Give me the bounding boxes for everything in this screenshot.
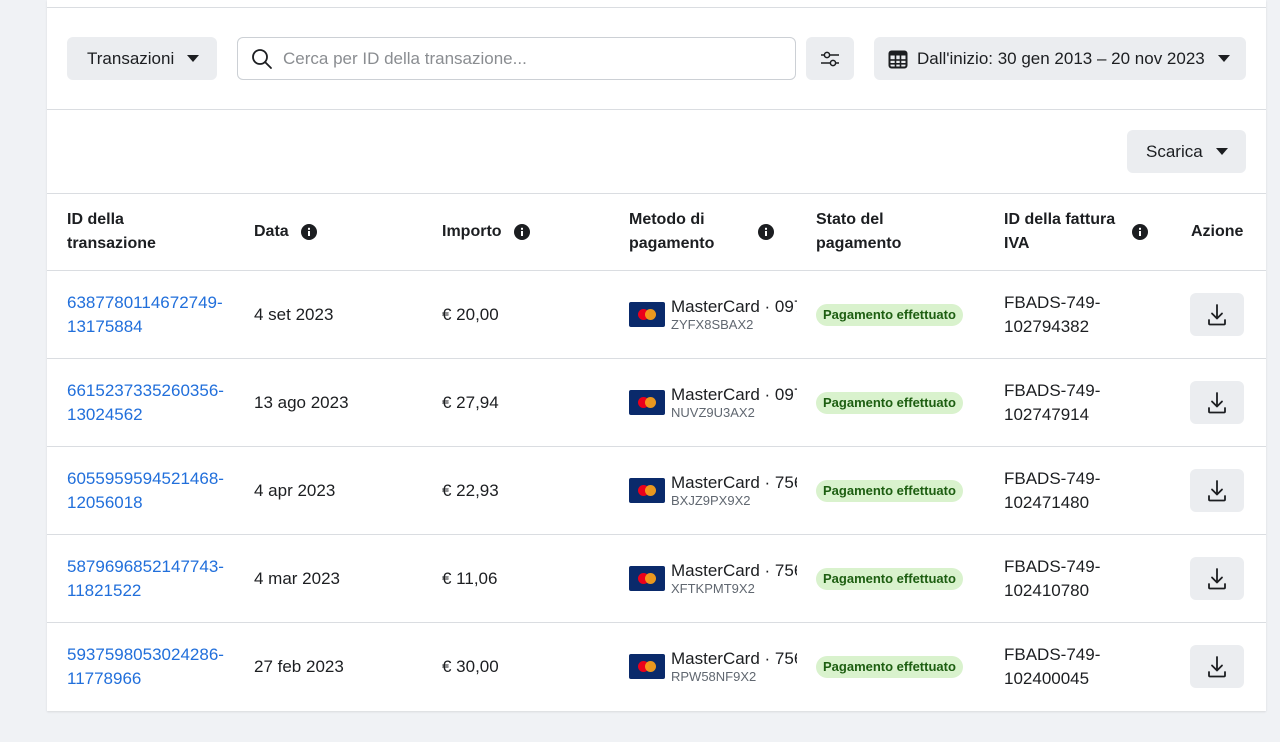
mastercard-icon <box>629 566 665 591</box>
download-icon <box>1208 567 1226 589</box>
header-label: Azione <box>1191 223 1244 240</box>
payment-method-label: MasterCard · 756 <box>671 560 797 580</box>
download-invoice-button[interactable] <box>1190 293 1244 336</box>
payment-method-label: MasterCard · 097 <box>671 384 797 404</box>
transaction-amount: € 22,93 <box>442 480 499 500</box>
caret-down-icon <box>187 55 200 62</box>
transaction-date: 4 set 2023 <box>254 304 334 324</box>
payment-method: MasterCard · 756 RPW58NF9X2 <box>629 649 797 685</box>
payment-method: MasterCard · 756 XFTKPMT9X2 <box>629 561 797 597</box>
header-payment-status[interactable]: Stato del pagamento <box>816 194 916 270</box>
info-icon[interactable] <box>513 224 530 240</box>
info-icon[interactable] <box>300 224 317 240</box>
date-range-picker[interactable]: Dall'inizio: 30 gen 2013 – 20 nov 2023 <box>874 37 1246 80</box>
header-date[interactable]: Data <box>254 194 317 270</box>
status-badge: Pagamento effettuato <box>816 479 963 502</box>
mastercard-icon <box>629 654 665 679</box>
transaction-date: 4 mar 2023 <box>254 568 340 588</box>
caret-down-icon <box>1215 148 1228 155</box>
transaction-date: 4 apr 2023 <box>254 480 336 500</box>
payment-method-label: MasterCard · 097 <box>671 296 797 316</box>
transaction-id-link[interactable]: 5937598053024286-11778966 <box>67 643 237 691</box>
header-label: Metodo di pagamento <box>629 211 715 252</box>
transaction-date: 13 ago 2023 <box>254 392 349 412</box>
payment-method: MasterCard · 097 ZYFX8SBAX2 <box>629 297 797 333</box>
caret-down-icon <box>1217 55 1230 62</box>
header-label: Importo <box>442 223 502 240</box>
invoice-id: FBADS-749-102794382 <box>1004 292 1101 336</box>
download-icon <box>1208 479 1226 501</box>
download-invoice-button[interactable] <box>1190 469 1244 512</box>
transaction-amount: € 30,00 <box>442 656 499 676</box>
invoice-id: FBADS-749-102747914 <box>1004 380 1101 424</box>
sliders-icon <box>821 51 839 66</box>
mastercard-icon <box>629 478 665 503</box>
status-badge: Pagamento effettuato <box>816 567 963 590</box>
payment-reference: NUVZ9U3AX2 <box>671 404 755 420</box>
info-icon[interactable] <box>758 224 774 240</box>
table-header: ID della transazione Data Importo Metodo… <box>47 194 1266 270</box>
payment-reference: ZYFX8SBAX2 <box>671 316 754 332</box>
calendar-icon <box>888 50 908 68</box>
table-row: 6387780114672749-13175884 4 set 2023 € 2… <box>47 270 1266 358</box>
transaction-amount: € 27,94 <box>442 392 499 412</box>
transaction-type-dropdown[interactable]: Transazioni <box>67 37 217 80</box>
filter-button[interactable] <box>806 37 854 80</box>
header-label: Data <box>254 223 289 240</box>
header-payment-method[interactable]: Metodo di pagamento <box>629 194 774 270</box>
payment-method-label: MasterCard · 756 <box>671 472 797 492</box>
payment-method: MasterCard · 756 BXJZ9PX9X2 <box>629 473 797 509</box>
transaction-amount: € 20,00 <box>442 304 499 324</box>
download-icon <box>1208 303 1226 325</box>
table-row: 6055959594521468-12056018 4 apr 2023 € 2… <box>47 446 1266 534</box>
table-row: 5879696852147743-11821522 4 mar 2023 € 1… <box>47 534 1266 622</box>
invoice-id: FBADS-749-102471480 <box>1004 468 1101 512</box>
download-label: Scarica <box>1146 141 1203 161</box>
header-label: ID della fattura IVA <box>1004 211 1116 252</box>
status-badge: Pagamento effettuato <box>816 655 963 678</box>
payment-reference: RPW58NF9X2 <box>671 668 757 684</box>
transaction-amount: € 11,06 <box>442 568 498 588</box>
transaction-id-link[interactable]: 5879696852147743-11821522 <box>67 555 237 603</box>
status-badge: Pagamento effettuato <box>816 303 963 326</box>
transaction-id-link[interactable]: 6387780114672749-13175884 <box>67 291 237 339</box>
payment-method: MasterCard · 097 NUVZ9U3AX2 <box>629 385 797 421</box>
invoice-id: FBADS-749-102400045 <box>1004 644 1101 688</box>
table-row: 6615237335260356-13024562 13 ago 2023 € … <box>47 358 1266 446</box>
transaction-type-label: Transazioni <box>87 48 175 68</box>
mastercard-icon <box>629 302 665 327</box>
mastercard-icon <box>629 390 665 415</box>
divider <box>47 109 1266 110</box>
header-label: Stato del pagamento <box>816 211 902 252</box>
header-invoice-id[interactable]: ID della fattura IVA <box>1004 194 1148 270</box>
download-invoice-button[interactable] <box>1190 557 1244 600</box>
download-icon <box>1208 655 1226 677</box>
download-icon <box>1208 391 1226 413</box>
divider <box>47 7 1266 8</box>
header-label: ID della transazione <box>67 211 156 252</box>
search-input[interactable] <box>281 47 785 70</box>
transaction-date: 27 feb 2023 <box>254 656 344 676</box>
header-action: Azione <box>1191 194 1243 270</box>
header-transaction-id[interactable]: ID della transazione <box>67 194 227 270</box>
download-invoice-button[interactable] <box>1190 645 1244 688</box>
payment-reference: XFTKPMT9X2 <box>671 580 755 596</box>
transaction-id-link[interactable]: 6615237335260356-13024562 <box>67 379 237 427</box>
search-field[interactable] <box>237 37 796 80</box>
status-badge: Pagamento effettuato <box>816 391 963 414</box>
date-range-label: Dall'inizio: 30 gen 2013 – 20 nov 2023 <box>917 48 1205 68</box>
transaction-id-link[interactable]: 6055959594521468-12056018 <box>67 467 237 515</box>
search-icon <box>252 48 272 69</box>
payment-method-label: MasterCard · 756 <box>671 648 797 668</box>
download-dropdown[interactable]: Scarica <box>1127 130 1246 173</box>
download-invoice-button[interactable] <box>1190 381 1244 424</box>
invoice-id: FBADS-749-102410780 <box>1004 556 1101 600</box>
transactions-card: Transazioni Dall'inizio: 30 gen 2013 – 2… <box>47 0 1266 711</box>
info-icon[interactable] <box>1132 224 1148 240</box>
header-amount[interactable]: Importo <box>442 194 530 270</box>
table-row: 5937598053024286-11778966 27 feb 2023 € … <box>47 622 1266 710</box>
payment-reference: BXJZ9PX9X2 <box>671 492 751 508</box>
